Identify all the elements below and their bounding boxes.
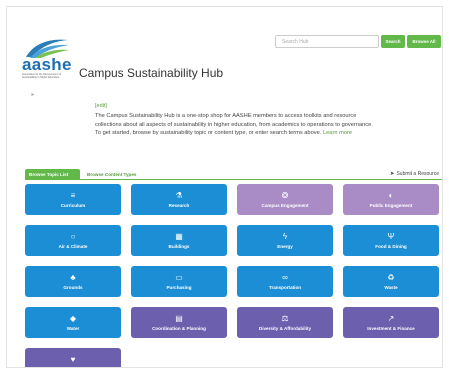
topic-tile-coordination-planning[interactable]: ▤ Coordination & Planning bbox=[131, 307, 227, 338]
topic-tile-label: Investment & Finance bbox=[367, 326, 415, 331]
breadcrumb[interactable]: » bbox=[31, 92, 34, 98]
page-frame: aashe Association for the Advancement of… bbox=[6, 6, 443, 368]
topic-tile-grounds[interactable]: ♣ Grounds bbox=[25, 266, 121, 297]
credit-card-icon: ▭ bbox=[175, 273, 183, 282]
topic-tile-water[interactable]: ◆ Water bbox=[25, 307, 121, 338]
topic-tile-label: Research bbox=[168, 203, 190, 208]
clipboard-icon: ▤ bbox=[175, 314, 183, 323]
topic-tile-label: Curriculum bbox=[60, 203, 86, 208]
balance-scale-icon: ⚖ bbox=[281, 314, 289, 323]
topic-tile-food-dining[interactable]: Ψ Food & Dining bbox=[343, 225, 439, 256]
bicycle-icon: ∞ bbox=[282, 273, 288, 282]
building-icon: ▦ bbox=[175, 232, 183, 241]
utensils-icon: Ψ bbox=[387, 232, 395, 241]
topic-tile-label: Food & Dining bbox=[375, 244, 407, 249]
tab-browse-content-types[interactable]: Browse Content Types bbox=[83, 169, 143, 179]
topic-tile-diversity-affordability[interactable]: ⚖ Diversity & Affordability bbox=[237, 307, 333, 338]
topic-tile-energy[interactable]: ϟ Energy bbox=[237, 225, 333, 256]
water-drop-icon: ◆ bbox=[69, 314, 77, 323]
topic-tile-public-engagement[interactable]: ◐ Public Engagement bbox=[343, 184, 439, 215]
tree-icon: ♣ bbox=[70, 273, 76, 282]
topic-tile-air-climate[interactable]: ○ Air & Climate bbox=[25, 225, 121, 256]
topic-tile-label: Coordination & Planning bbox=[152, 326, 206, 331]
topic-tile-research[interactable]: ⚗ Research bbox=[131, 184, 227, 215]
topic-tile-label: Transportation bbox=[268, 285, 302, 290]
cloud-icon: ○ bbox=[70, 232, 76, 241]
browse-tabs: Browse Topic List Browse Content Types ➤… bbox=[25, 169, 442, 180]
learn-more-link[interactable]: Learn more bbox=[323, 130, 352, 136]
aashe-logo[interactable]: aashe Association for the Advancement of… bbox=[22, 37, 72, 79]
topic-tile-label: Air & Climate bbox=[58, 244, 88, 249]
topic-tile-label: Buildings bbox=[168, 244, 190, 249]
browse-all-button[interactable]: Browse All bbox=[407, 35, 441, 48]
flask-icon: ⚗ bbox=[175, 191, 183, 200]
heart-pulse-icon: ♥ bbox=[70, 355, 76, 364]
submit-resource-link[interactable]: ➤ Submit a Resource bbox=[390, 169, 439, 179]
topic-tile-label: Public Engagement bbox=[369, 203, 413, 208]
intro-text: The Campus Sustainability Hub is a one-s… bbox=[95, 112, 375, 138]
topic-tile-label: Campus Engagement bbox=[261, 203, 309, 208]
logo-tagline: Association for the Advancement of Susta… bbox=[22, 73, 62, 79]
search-button[interactable]: Search bbox=[381, 35, 405, 48]
recycle-icon: ♻ bbox=[387, 273, 395, 282]
topic-tile-label: Diversity & Affordability bbox=[258, 326, 312, 331]
chat-bubbles-icon: ❂ bbox=[281, 191, 289, 200]
topic-tile-investment-finance[interactable]: ↗ Investment & Finance bbox=[343, 307, 439, 338]
graduation-cap-icon: ≡ bbox=[70, 191, 76, 200]
submit-resource-label: Submit a Resource bbox=[396, 171, 439, 177]
logo-wordmark: aashe bbox=[22, 55, 72, 74]
globe-icon: ◐ bbox=[388, 191, 394, 200]
edit-link[interactable]: [edit] bbox=[95, 103, 375, 109]
tab-browse-topic-list[interactable]: Browse Topic List bbox=[25, 169, 80, 179]
page-title: Campus Sustainability Hub bbox=[79, 66, 224, 80]
topic-tile-campus-engagement[interactable]: ❂ Campus Engagement bbox=[237, 184, 333, 215]
topic-tile-waste[interactable]: ♻ Waste bbox=[343, 266, 439, 297]
search-input[interactable] bbox=[275, 35, 379, 48]
topic-tile-label: Energy bbox=[277, 244, 293, 249]
topic-tile-curriculum[interactable]: ≡ Curriculum bbox=[25, 184, 121, 215]
topic-tile-label: Waste bbox=[384, 285, 398, 290]
topic-tile-purchasing[interactable]: ▭ Purchasing bbox=[131, 266, 227, 297]
lightning-icon: ϟ bbox=[282, 232, 288, 241]
topic-tile-wellbeing-work[interactable]: ♥ Wellbeing & Work bbox=[25, 348, 121, 368]
line-chart-icon: ↗ bbox=[387, 314, 395, 323]
topic-tile-buildings[interactable]: ▦ Buildings bbox=[131, 225, 227, 256]
topic-tile-label: Wellbeing & Work bbox=[54, 367, 93, 368]
paper-plane-icon: ➤ bbox=[389, 171, 395, 177]
intro-section: [edit] The Campus Sustainability Hub is … bbox=[95, 103, 375, 138]
topic-tile-transportation[interactable]: ∞ Transportation bbox=[237, 266, 333, 297]
topic-tile-label: Purchasing bbox=[166, 285, 192, 290]
topic-tile-label: Water bbox=[66, 326, 80, 331]
topic-tile-label: Grounds bbox=[63, 285, 83, 290]
